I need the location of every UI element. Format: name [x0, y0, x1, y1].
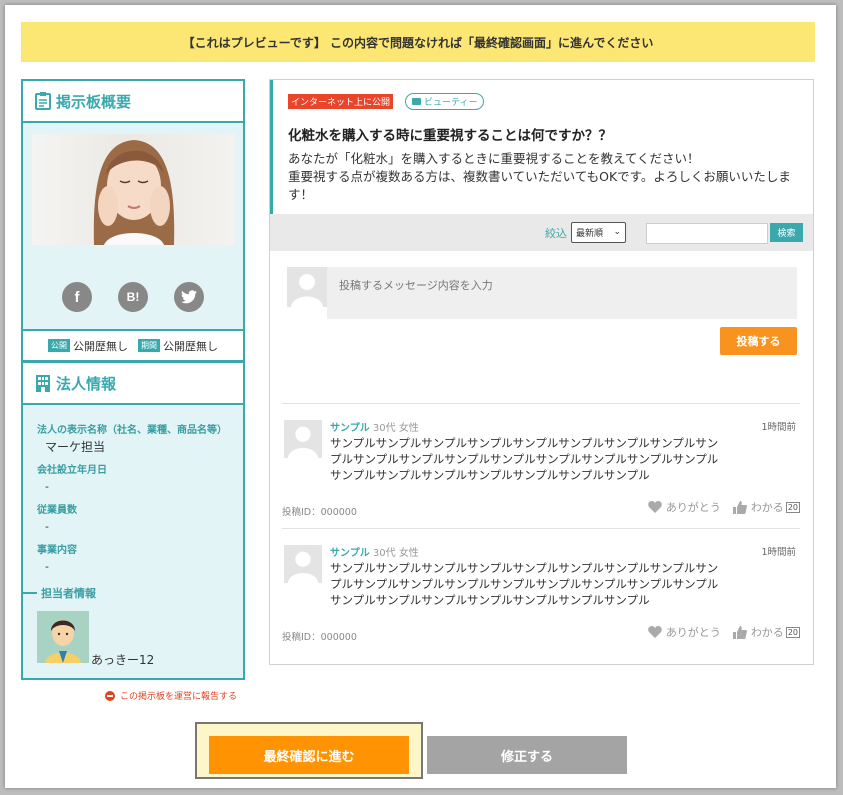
filter-bar: 絞込 最新順 ⌄ 検索	[270, 214, 813, 251]
composer-avatar	[287, 267, 327, 307]
category-badge[interactable]: ビューティー	[405, 93, 485, 110]
twitter-icon[interactable]	[174, 282, 204, 312]
chevron-down-icon: ⌄	[613, 227, 621, 237]
overview-panel: 掲示板概要 f B! 公開 公開歴無し 期間 公開歴無し	[21, 79, 245, 361]
business-label: 事業内容	[37, 545, 77, 556]
visibility-badge: インターネット上に公開	[288, 94, 394, 109]
employees-label: 従業員数	[37, 505, 77, 516]
filter-label: 絞込	[545, 227, 567, 240]
proceed-to-final-button[interactable]: 最終確認に進む	[209, 736, 409, 774]
submit-post-button[interactable]: 投稿する	[720, 327, 797, 355]
overview-header: 掲示板概要	[23, 81, 243, 123]
comment-meta: サンプル 30代 女性	[330, 544, 419, 559]
report-link[interactable]: この掲示板を運営に報告する	[105, 689, 237, 702]
minus-circle-icon	[105, 690, 115, 701]
thumbs-up-icon	[732, 500, 747, 514]
understand-count: 20	[785, 501, 800, 513]
corp-info-panel: 法人情報 法人の表示名称（社名、業種、商品名等） マーケ担当 会社設立年月日 -…	[21, 361, 245, 680]
period-text: 公開歴無し	[163, 339, 218, 353]
comment-actions: ありがとう わかる 20	[636, 624, 800, 640]
clipboard-icon	[35, 92, 51, 110]
message-input[interactable]: 投稿するメッセージ内容を入力	[327, 267, 797, 319]
overview-title: 掲示板概要	[56, 92, 132, 111]
comment-gender: 女性	[398, 548, 419, 559]
comment-age: 30代	[372, 423, 396, 434]
building-icon	[36, 375, 50, 392]
public-tag: 公開	[48, 339, 70, 352]
comment-user[interactable]: サンプル	[330, 423, 370, 434]
preview-banner: 【これはプレビューです】 この内容で問題なければ「最終確認画面」に進んでください	[21, 22, 815, 62]
contact-avatar	[37, 611, 89, 663]
board-photo	[32, 134, 235, 245]
heart-icon	[648, 626, 662, 638]
contact-name: あっきー12	[91, 653, 155, 667]
comment-time: 1時間前	[761, 422, 796, 433]
preview-banner-text: 【これはプレビューです】 この内容で問題なければ「最終確認画面」に進んでください	[182, 35, 654, 50]
comment-gender: 女性	[398, 423, 419, 434]
edit-button[interactable]: 修正する	[427, 736, 627, 774]
comment-item: サンプル 30代 女性 1時間前 サンプルサンプルサンプルサンプルサンプルサンプ…	[282, 528, 800, 653]
contact-heading: 担当者情報	[23, 585, 243, 601]
corp-fields: 法人の表示名称（社名、業種、商品名等） マーケ担当 会社設立年月日 - 従業員数…	[37, 417, 237, 577]
comment-avatar	[284, 420, 322, 458]
public-text: 公開歴無し	[73, 339, 128, 353]
comment-post-id: 投稿ID：000000	[282, 507, 357, 518]
contact-heading-line	[23, 592, 37, 594]
founded-label: 会社設立年月日	[37, 465, 107, 476]
corp-info-title: 法人情報	[56, 374, 117, 393]
post-header: インターネット上に公開 ビューティー 化粧水を購入する時に重要視することは何です…	[270, 80, 813, 214]
heart-icon	[648, 501, 662, 513]
comment-item: サンプル 30代 女性 1時間前 サンプルサンプルサンプルサンプルサンプルサンプ…	[282, 403, 800, 528]
comment-actions: ありがとう わかる 20	[636, 499, 800, 515]
search-button[interactable]: 検索	[770, 223, 803, 242]
period-tag: 期間	[138, 339, 160, 352]
comment-user[interactable]: サンプル	[330, 548, 370, 559]
hatena-bookmark-icon[interactable]: B!	[118, 282, 148, 312]
post-body: あなたが「化粧水」を購入するときに重要視することを教えてください！ 重要視する点…	[288, 151, 791, 202]
post-title: 化粧水を購入する時に重要視することは何ですか？？	[288, 128, 612, 144]
thanks-button[interactable]: ありがとう	[648, 499, 721, 515]
business-value: -	[45, 560, 49, 573]
sort-select[interactable]: 最新順 ⌄	[571, 222, 626, 243]
founded-value: -	[45, 480, 49, 493]
corp-name-label: 法人の表示名称（社名、業種、商品名等）	[37, 425, 227, 436]
employees-value: -	[45, 520, 49, 533]
comment-post-id: 投稿ID：000000	[282, 632, 357, 643]
comment-text: サンプルサンプルサンプルサンプルサンプルサンプルサンプルサンプルサンプルサンプル…	[330, 561, 719, 607]
understand-button[interactable]: わかる 20	[732, 624, 800, 640]
board-main: インターネット上に公開 ビューティー 化粧水を購入する時に重要視することは何です…	[269, 79, 814, 665]
publication-history: 公開 公開歴無し 期間 公開歴無し	[23, 329, 243, 360]
comment-meta: サンプル 30代 女性	[330, 419, 419, 434]
comment-avatar	[284, 545, 322, 583]
corp-info-header: 法人情報	[23, 363, 243, 405]
understand-count: 20	[785, 626, 800, 638]
facebook-icon[interactable]: f	[62, 282, 92, 312]
thumbs-up-icon	[732, 625, 747, 639]
comment-text: サンプルサンプルサンプルサンプルサンプルサンプルサンプルサンプルサンプルサンプル…	[330, 436, 719, 482]
comment-time: 1時間前	[761, 547, 796, 558]
understand-button[interactable]: わかる 20	[732, 499, 800, 515]
share-buttons: f B!	[23, 282, 243, 312]
folder-icon	[412, 98, 421, 105]
comment-age: 30代	[372, 548, 396, 559]
proceed-button-highlight: 最終確認に進む	[195, 722, 423, 779]
search-input[interactable]	[646, 223, 768, 244]
corp-name-value: マーケ担当	[45, 440, 106, 454]
thanks-button[interactable]: ありがとう	[648, 624, 721, 640]
